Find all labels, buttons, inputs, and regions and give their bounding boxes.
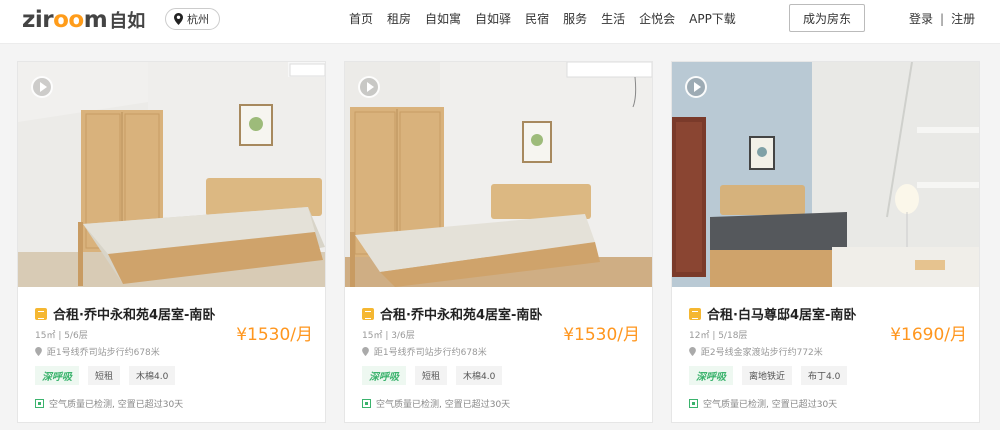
room-photo[interactable] (345, 62, 652, 287)
register-link[interactable]: 注册 (951, 10, 975, 27)
listing-title-row: 合租·白马尊邸4居室-南卧 (689, 304, 856, 323)
listing-distance: 距2号线金家渡站步行约772米 (689, 345, 823, 358)
air-check-icon (362, 399, 371, 408)
listing-tags: 深呼吸 短租 木棉4.0 (362, 366, 511, 385)
logo-chinese: 自如 (109, 11, 146, 32)
logo-latin: ziroom (22, 7, 108, 33)
tag-item: 布丁4.0 (801, 366, 848, 385)
tag-deep-breath: 深呼吸 (689, 366, 733, 385)
air-check-icon (689, 399, 698, 408)
auth-separator: | (940, 11, 945, 26)
listing-card[interactable]: 合租·白马尊邸4居室-南卧 12㎡ | 5/18层 距2号线金家渡站步行约772… (671, 61, 980, 423)
location-pin-icon (35, 347, 47, 358)
listing-distance: 距1号线乔司站步行约678米 (35, 345, 160, 358)
location-pin-icon (689, 347, 701, 358)
listing-tags: 深呼吸 离地铁近 布丁4.0 (689, 366, 856, 385)
video-play-icon[interactable] (358, 76, 380, 98)
video-play-icon[interactable] (31, 76, 53, 98)
listing-price: ¥1690/月 (890, 325, 967, 345)
room-photo[interactable] (672, 62, 979, 287)
listing-price: ¥1530/月 (236, 325, 313, 345)
air-quality-note: 空气质量已检测, 空置已超过30天 (689, 397, 837, 410)
listing-meta: 15㎡ | 5/6层 (35, 331, 88, 341)
listing-badge-icon (689, 307, 701, 320)
listing-price: ¥1530/月 (563, 325, 640, 345)
listing-card[interactable]: 合租·乔中永和苑4居室-南卧 15㎡ | 5/6层 距1号线乔司站步行约678米… (17, 61, 326, 423)
listing-title[interactable]: 合租·乔中永和苑4居室-南卧 (53, 304, 215, 323)
nav-home[interactable]: 首页 (349, 10, 373, 27)
listing-meta: 12㎡ | 5/18层 (689, 331, 748, 341)
ziroom-logo[interactable]: ziroom 自如 (22, 7, 146, 33)
air-check-icon (35, 399, 44, 408)
room-photo[interactable] (18, 62, 325, 287)
tag-deep-breath: 深呼吸 (35, 366, 79, 385)
listing-badge-icon (362, 307, 374, 320)
listing-title[interactable]: 合租·乔中永和苑4居室-南卧 (380, 304, 542, 323)
nav-life[interactable]: 生活 (601, 10, 625, 27)
nav-enterprise[interactable]: 企悦会 (639, 10, 675, 27)
listing-title[interactable]: 合租·白马尊邸4居室-南卧 (707, 304, 856, 323)
location-pin-icon (174, 13, 183, 25)
listing-badge-icon (35, 307, 47, 320)
air-quality-note: 空气质量已检测, 空置已超过30天 (362, 397, 510, 410)
tag-item: 短租 (88, 366, 121, 385)
tag-item: 短租 (415, 366, 448, 385)
become-landlord-button[interactable]: 成为房东 (789, 4, 865, 32)
listing-title-row: 合租·乔中永和苑4居室-南卧 (35, 304, 215, 323)
nav-rent[interactable]: 租房 (387, 10, 411, 27)
listing-distance: 距1号线乔司站步行约678米 (362, 345, 487, 358)
tag-item: 离地铁近 (742, 366, 793, 385)
nav-homestay[interactable]: 民宿 (525, 10, 549, 27)
tag-deep-breath: 深呼吸 (362, 366, 406, 385)
listing-card[interactable]: 合租·乔中永和苑4居室-南卧 15㎡ | 3/6层 距1号线乔司站步行约678米… (344, 61, 653, 423)
listing-meta: 15㎡ | 3/6层 (362, 331, 415, 341)
listing-title-row: 合租·乔中永和苑4居室-南卧 (362, 304, 542, 323)
city-selector[interactable]: 杭州 (165, 8, 220, 30)
main-nav: 首页 租房 自如寓 自如驿 民宿 服务 生活 企悦会 APP下载 (349, 0, 750, 36)
tag-item: 木棉4.0 (129, 366, 176, 385)
listing-tags: 深呼吸 短租 木棉4.0 (35, 366, 184, 385)
auth-links: 登录 | 注册 (909, 10, 975, 27)
site-header: ziroom 自如 杭州 首页 租房 自如寓 自如驿 民宿 服务 生活 企悦会 … (0, 0, 1000, 44)
air-quality-note: 空气质量已检测, 空置已超过30天 (35, 397, 183, 410)
city-label: 杭州 (187, 13, 209, 26)
nav-ziroom-apartment[interactable]: 自如寓 (425, 10, 461, 27)
video-play-icon[interactable] (685, 76, 707, 98)
login-link[interactable]: 登录 (909, 10, 933, 27)
location-pin-icon (362, 347, 374, 358)
nav-service[interactable]: 服务 (563, 10, 587, 27)
nav-ziroom-station[interactable]: 自如驿 (475, 10, 511, 27)
nav-app-download[interactable]: APP下载 (689, 10, 736, 27)
tag-item: 木棉4.0 (456, 366, 503, 385)
